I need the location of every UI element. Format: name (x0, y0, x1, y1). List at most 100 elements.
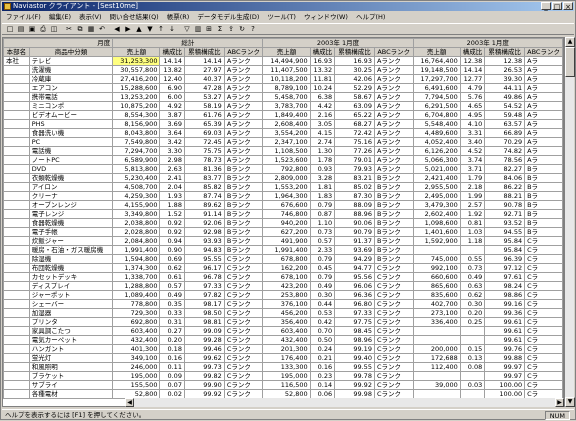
value-cell[interactable]: 0.11 (159, 362, 185, 372)
product-cell[interactable]: ミニコンポ (28, 101, 114, 111)
abc-rank-cell[interactable]: Cラ (524, 254, 563, 264)
value-cell[interactable]: 432,400 (112, 335, 161, 345)
value-cell[interactable]: 1,108,500 (262, 146, 311, 156)
value-cell[interactable]: 100.00 (484, 380, 526, 390)
value-cell[interactable]: 835,600 (412, 290, 461, 300)
abc-rank-cell[interactable]: Cラ (524, 308, 563, 318)
abc-rank-cell[interactable]: Bランク (223, 209, 264, 219)
value-cell[interactable]: 0.81 (459, 218, 486, 228)
value-cell[interactable]: 172,688 (412, 353, 461, 363)
metric-header[interactable]: 売上額 (112, 47, 161, 57)
value-cell[interactable]: 99.19 (334, 344, 375, 354)
print-icon[interactable]: ⎙ (38, 24, 48, 34)
value-cell[interactable]: 0.55 (459, 254, 486, 264)
preview-icon[interactable]: ◫ (49, 24, 59, 34)
value-cell[interactable]: 6,491,600 (412, 83, 461, 93)
value-cell[interactable] (412, 335, 461, 345)
store-cell[interactable] (3, 92, 30, 102)
product-cell[interactable]: ハンガント (28, 344, 114, 354)
value-cell[interactable]: 99.90 (183, 380, 225, 390)
value-cell[interactable]: 5,230,400 (112, 173, 161, 183)
value-cell[interactable]: 0.09 (159, 371, 185, 381)
value-cell[interactable]: 1.78 (309, 155, 336, 165)
value-cell[interactable]: 88.09 (334, 200, 375, 210)
abc-rank-cell[interactable]: Cランク (373, 317, 414, 327)
abc-rank-cell[interactable]: Cランク (373, 335, 414, 345)
value-cell[interactable]: 92.71 (484, 209, 526, 219)
value-cell[interactable]: 676,600 (262, 200, 311, 210)
value-cell[interactable]: 26.53 (484, 65, 526, 75)
value-cell[interactable]: 82.27 (484, 164, 526, 174)
value-cell[interactable]: 1.79 (459, 173, 486, 183)
store-cell[interactable] (3, 371, 30, 381)
store-column-header[interactable]: 本部名 (3, 47, 30, 57)
store-cell[interactable] (3, 245, 30, 255)
value-cell[interactable]: 2,028,800 (112, 227, 161, 237)
value-cell[interactable]: 75.16 (334, 137, 375, 147)
store-cell[interactable] (3, 308, 30, 318)
value-cell[interactable]: 4.15 (309, 128, 336, 138)
value-cell[interactable]: 1,849,400 (262, 110, 311, 120)
value-cell[interactable]: 162,200 (262, 263, 311, 273)
value-cell[interactable]: 4,155,900 (112, 200, 161, 210)
value-cell[interactable]: 195,000 (112, 371, 161, 381)
value-cell[interactable]: 1.03 (459, 227, 486, 237)
menu-item-1[interactable]: 編集(E) (45, 12, 75, 22)
value-cell[interactable]: 88.96 (334, 209, 375, 219)
value-cell[interactable]: 0.61 (159, 272, 185, 282)
value-cell[interactable]: 78.73 (183, 155, 225, 165)
store-cell[interactable] (3, 236, 30, 246)
abc-rank-cell[interactable]: Aランク (223, 65, 264, 75)
product-cell[interactable]: PC (28, 137, 114, 147)
product-cell[interactable]: プリンタ (28, 317, 114, 327)
abc-rank-cell[interactable]: Cラ (524, 236, 563, 246)
table-row[interactable]: 電気カーペット 432,400 0.20 99.28 Cランク 432,400 0.50 98… (3, 335, 563, 345)
value-cell[interactable]: 0.23 (309, 371, 336, 381)
metric-header[interactable]: 売上額 (412, 47, 461, 57)
value-cell[interactable]: 94.55 (484, 227, 526, 237)
store-cell[interactable] (3, 209, 30, 219)
value-cell[interactable]: 6,291,500 (412, 101, 461, 111)
product-cell[interactable]: 携帯電話 (28, 92, 114, 102)
value-cell[interactable]: 778,800 (112, 299, 161, 309)
value-cell[interactable] (412, 326, 461, 336)
value-cell[interactable]: 99.55 (334, 362, 375, 372)
value-cell[interactable]: 0.79 (309, 254, 336, 264)
table-row[interactable]: ノートPC 6,589,900 2.98 78.73 Aランク 1,523,600 1.78… (3, 155, 563, 165)
value-cell[interactable]: 30,557,800 (112, 65, 161, 75)
abc-rank-cell[interactable]: Aランク (223, 92, 264, 102)
value-cell[interactable]: 1.92 (459, 209, 486, 219)
value-cell[interactable]: 1.81 (309, 182, 336, 192)
product-cell[interactable]: 電気カーペット (28, 335, 114, 345)
abc-rank-cell[interactable]: Cランク (373, 344, 414, 354)
scroll-left-icon[interactable]: ◀ (125, 398, 134, 407)
abc-rank-cell[interactable]: Bランク (373, 236, 414, 246)
value-cell[interactable]: 4.95 (459, 110, 486, 120)
abc-rank-cell[interactable]: Bランク (373, 227, 414, 237)
store-cell[interactable] (3, 263, 30, 273)
product-cell[interactable]: ブラケット (28, 371, 114, 381)
abc-rank-cell[interactable]: Cランク (223, 254, 264, 264)
abc-rank-cell[interactable]: Aラ (524, 83, 563, 93)
abc-rank-cell[interactable]: Aランク (223, 137, 264, 147)
abc-rank-cell[interactable]: Cラ (524, 245, 563, 255)
store-cell[interactable] (3, 146, 30, 156)
store-cell[interactable] (3, 299, 30, 309)
menu-item-2[interactable]: 表示(V) (75, 12, 106, 22)
value-cell[interactable]: 4,259,300 (112, 191, 161, 201)
value-cell[interactable]: 11,407,500 (262, 65, 311, 75)
value-cell[interactable]: 0.93 (309, 164, 336, 174)
table-row[interactable]: オーブンレンジ 4,155,900 1.88 89.62 Bランク 676,600 0.79… (3, 200, 563, 210)
value-cell[interactable]: 5.76 (459, 92, 486, 102)
value-cell[interactable]: 99.36 (484, 308, 526, 318)
abc-rank-cell[interactable]: Aランク (223, 101, 264, 111)
abc-rank-cell[interactable]: Aラ (524, 119, 563, 129)
abc-rank-cell[interactable]: Cランク (373, 281, 414, 291)
sort-desc-icon[interactable]: ↓ (167, 24, 177, 34)
value-cell[interactable]: 2,038,800 (112, 218, 161, 228)
value-cell[interactable]: 176,400 (262, 353, 311, 363)
value-cell[interactable]: 96.36 (334, 290, 375, 300)
value-cell[interactable]: 97.33 (334, 308, 375, 318)
value-cell[interactable]: 792,800 (262, 164, 311, 174)
abc-rank-cell[interactable]: Aランク (223, 119, 264, 129)
